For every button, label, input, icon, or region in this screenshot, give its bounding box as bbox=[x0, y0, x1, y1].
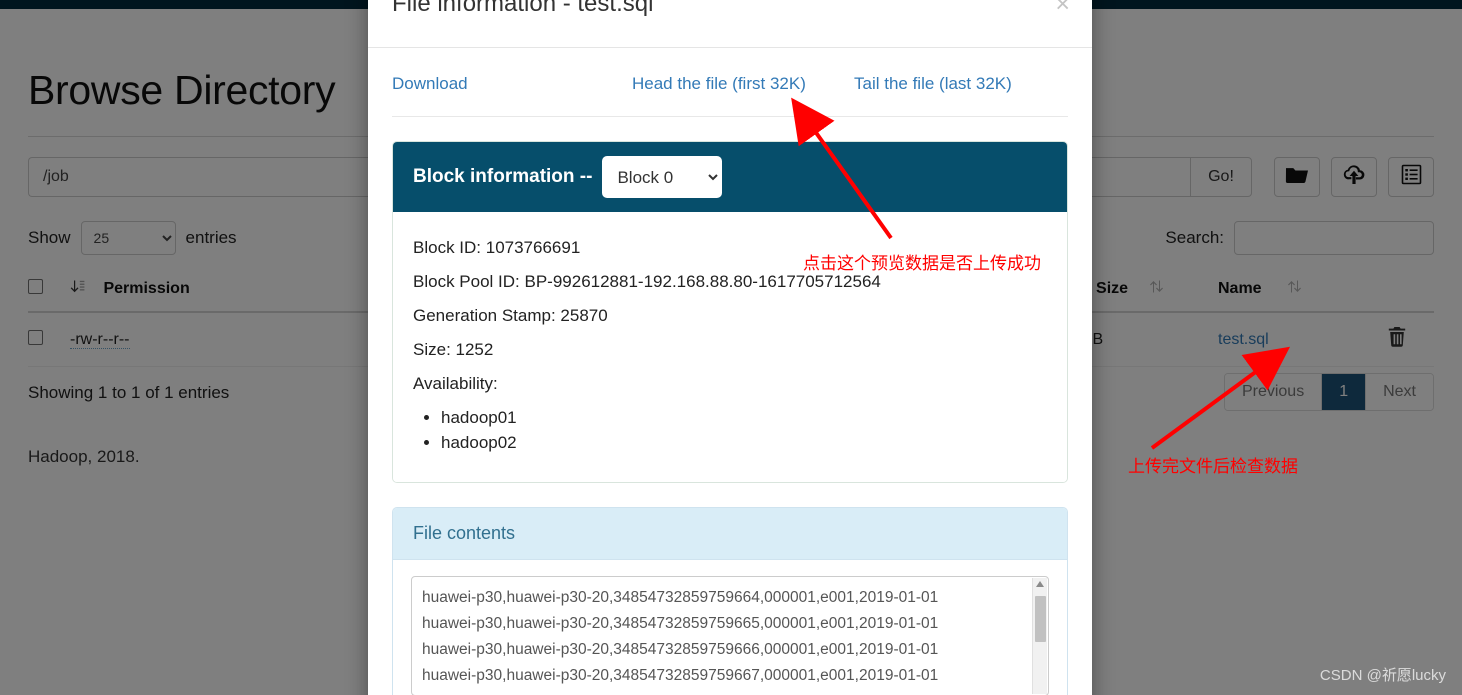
list-item: hadoop01 bbox=[441, 408, 1047, 428]
file-contents-panel: File contents huawei-p30,huawei-p30-20,3… bbox=[392, 507, 1068, 695]
file-contents-textarea[interactable]: huawei-p30,huawei-p30-20,348547328597596… bbox=[411, 576, 1049, 695]
block-select[interactable]: Block 0 bbox=[602, 156, 723, 198]
file-action-links: Download Head the file (first 32K) Tail … bbox=[392, 48, 1068, 117]
modal-title: File information - test.sql bbox=[392, 0, 654, 17]
contents-scrollbar[interactable] bbox=[1032, 578, 1047, 694]
close-icon[interactable]: × bbox=[1055, 0, 1070, 17]
block-pool-id: Block Pool ID: BP-992612881-192.168.88.8… bbox=[413, 272, 881, 291]
block-panel-body: Block ID: 1073766691 Block Pool ID: BP-9… bbox=[393, 212, 1067, 482]
file-contents-heading: File contents bbox=[393, 508, 1067, 560]
watermark: CSDN @祈愿lucky bbox=[1319, 667, 1446, 684]
file-contents-text: huawei-p30,huawei-p30-20,348547328597596… bbox=[422, 589, 939, 684]
block-information-label: Block information -- bbox=[413, 166, 593, 187]
tail-file-link[interactable]: Tail the file (last 32K) bbox=[854, 74, 1012, 93]
list-item: hadoop02 bbox=[441, 433, 1047, 453]
block-id: Block ID: 1073766691 bbox=[413, 238, 581, 257]
generation-stamp: Generation Stamp: 25870 bbox=[413, 306, 608, 325]
availability-list: hadoop01 hadoop02 bbox=[441, 408, 1047, 453]
head-link-wrap: Head the file (first 32K) bbox=[632, 74, 854, 94]
modal-header: File information - test.sql × bbox=[368, 0, 1092, 48]
block-size-value: Size: 1252 bbox=[413, 340, 494, 359]
head-file-link[interactable]: Head the file (first 32K) bbox=[632, 74, 806, 93]
scroll-up-icon[interactable] bbox=[1036, 581, 1044, 587]
download-link-wrap: Download bbox=[392, 74, 632, 94]
block-panel-header: Block information -- Block 0 bbox=[393, 142, 1067, 212]
download-link[interactable]: Download bbox=[392, 74, 468, 93]
block-information-panel: Block information -- Block 0 Block ID: 1… bbox=[392, 141, 1068, 483]
file-contents-wrap: huawei-p30,huawei-p30-20,348547328597596… bbox=[393, 560, 1067, 695]
scrollbar-thumb[interactable] bbox=[1035, 596, 1046, 642]
file-information-modal: File information - test.sql × Download H… bbox=[368, 0, 1092, 695]
tail-link-wrap: Tail the file (last 32K) bbox=[854, 74, 1012, 94]
modal-body: Download Head the file (first 32K) Tail … bbox=[368, 48, 1092, 695]
availability-label: Availability: bbox=[413, 374, 498, 393]
